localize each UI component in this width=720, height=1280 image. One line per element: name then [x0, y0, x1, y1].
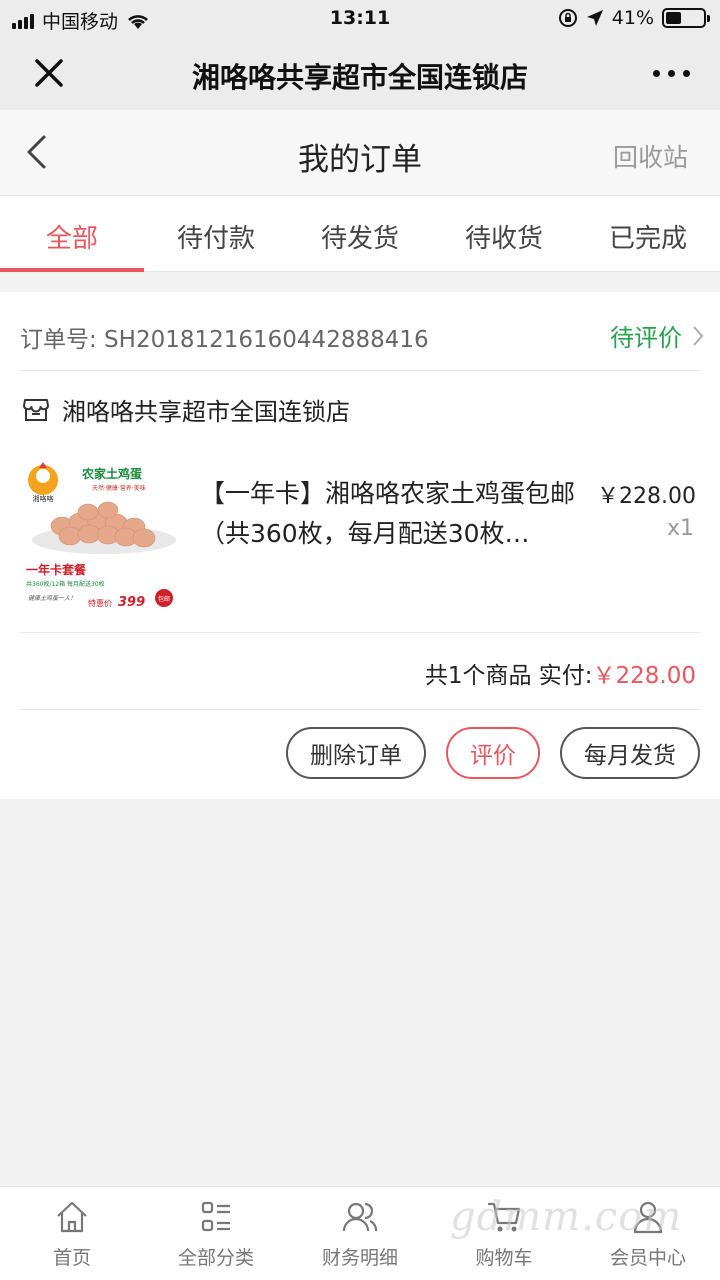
order-number: 订单号: SH20181216160442888416 — [20, 327, 429, 353]
total-amount: ￥228.00 — [592, 663, 696, 689]
image-badge: 包邮 — [158, 595, 170, 603]
app-bar: 湘咯咯共享超市全国连锁店 — [0, 36, 720, 110]
product-quantity: x1 — [666, 516, 694, 541]
image-title: 农家土鸡蛋 — [81, 466, 142, 481]
order-status-link[interactable]: 待评价 — [610, 318, 704, 353]
order-tabs: 全部 待付款 待发货 待收货 已完成 — [0, 196, 720, 272]
status-bar: 中国移动 13:11 41% — [0, 0, 720, 36]
nav-label: 财务明细 — [321, 1247, 398, 1269]
product-name[interactable]: 【一年卡】湘咯咯农家土鸡蛋包邮（共360枚，每月配送30枚… — [200, 474, 580, 554]
divider — [20, 632, 700, 633]
page-header: 我的订单 回收站 — [0, 110, 720, 196]
chevron-right-icon — [693, 325, 704, 346]
recycle-bin-link[interactable]: 回收站 — [613, 138, 688, 174]
image-tagline: 天然·健康·营养·美味 — [92, 484, 146, 492]
store-name: 湘咯咯共享超市全国连锁店 — [62, 398, 350, 426]
delete-order-button[interactable]: 删除订单 — [286, 727, 426, 779]
home-icon — [57, 1201, 87, 1233]
nav-label: 购物车 — [475, 1247, 533, 1269]
nav-label: 全部分类 — [177, 1247, 254, 1269]
order-card: 订单号: SH20181216160442888416 待评价 湘咯咯共享超市全… — [0, 292, 720, 799]
nav-label: 首页 — [52, 1247, 91, 1269]
watermark: gdmm.com — [450, 1194, 683, 1240]
rotation-lock-icon — [558, 9, 577, 27]
tab-pending-receipt[interactable]: 待收货 — [432, 196, 576, 271]
users-icon — [342, 1202, 378, 1232]
store-icon — [23, 398, 49, 421]
brand-logo-text: 湘咯咯 — [33, 494, 54, 503]
store-row[interactable]: 湘咯咯共享超市全国连锁店 — [22, 392, 350, 427]
nav-home[interactable]: 首页 — [0, 1187, 144, 1280]
tab-all[interactable]: 全部 — [0, 196, 144, 272]
order-status: 待评价 — [610, 324, 682, 352]
tab-completed[interactable]: 已完成 — [576, 196, 720, 271]
divider — [20, 370, 700, 371]
location-icon — [586, 10, 603, 26]
order-total: 共1个商品 实付:￥228.00 — [425, 656, 696, 690]
tab-pending-payment[interactable]: 待付款 — [144, 196, 288, 271]
app-title: 湘咯咯共享超市全国连锁店 — [191, 61, 528, 94]
tab-pending-shipment[interactable]: 待发货 — [288, 196, 432, 271]
divider — [20, 709, 700, 710]
nav-categories[interactable]: 全部分类 — [144, 1187, 288, 1280]
image-detail: 共360枚/12箱 每月配送30枚 — [26, 580, 105, 588]
category-icon — [201, 1201, 230, 1232]
image-package: 一年卡套餐 — [26, 562, 87, 577]
nav-label: 会员中心 — [609, 1247, 686, 1269]
battery-percent: 41% — [611, 7, 654, 29]
nav-finance[interactable]: 财务明细 — [288, 1187, 432, 1280]
review-button[interactable]: 评价 — [446, 727, 540, 779]
image-note: 健康土鸡蛋一人！ — [28, 594, 76, 602]
product-price: ￥228.00 — [597, 484, 696, 509]
image-promo-label: 特惠价 — [88, 598, 112, 608]
image-promo-price: 399 — [118, 595, 145, 610]
order-actions: 删除订单 评价 每月发货 — [286, 727, 700, 779]
total-label: 共1个商品 实付: — [424, 663, 593, 689]
product-image[interactable]: 湘咯咯 农家土鸡蛋 天然·健康·营养·美味 一年卡套餐 共360枚/12箱 每月… — [22, 460, 176, 616]
battery-icon — [662, 8, 710, 28]
monthly-delivery-button[interactable]: 每月发货 — [560, 727, 700, 779]
more-icon[interactable] — [653, 70, 690, 77]
